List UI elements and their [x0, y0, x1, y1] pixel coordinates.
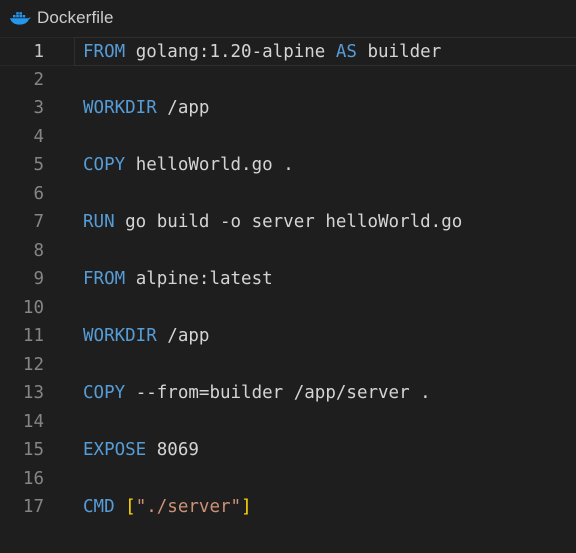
code-line[interactable]: 12 — [0, 351, 576, 380]
line-content: FROM golang:1.20-alpine AS builder — [83, 38, 441, 67]
line-content: WORKDIR /app — [83, 94, 209, 123]
line-number: 9 — [33, 269, 44, 289]
code-line[interactable]: 13 COPY --from=builder /app/server . — [0, 379, 576, 408]
code-line[interactable]: 11 WORKDIR /app — [0, 322, 576, 351]
line-number: 10 — [22, 297, 44, 318]
tab-label: Dockerfile — [37, 8, 114, 27]
line-number: 16 — [22, 468, 44, 489]
line-content: COPY helloWorld.go . — [83, 151, 294, 180]
text-token: alpine:latest — [125, 269, 273, 289]
code-line[interactable]: 2 — [0, 66, 576, 95]
code-line[interactable]: 17 CMD ["./server"] — [0, 493, 576, 522]
code-line[interactable]: 3 WORKDIR /app — [0, 94, 576, 123]
line-number: 7 — [33, 212, 44, 232]
keyword-token: AS — [335, 42, 357, 62]
docker-whale-icon — [9, 10, 31, 26]
string-token: "./server" — [135, 497, 242, 517]
tab-bar: Dockerfile — [0, 0, 576, 36]
line-number: 11 — [22, 326, 44, 346]
code-line[interactable]: 10 — [0, 294, 576, 323]
text-token: /app — [156, 98, 210, 118]
line-number: 8 — [33, 240, 44, 261]
line-number: 17 — [22, 497, 44, 517]
text-token: builder — [356, 42, 442, 62]
keyword-token: WORKDIR — [83, 326, 157, 346]
code-line[interactable]: 14 — [0, 408, 576, 437]
line-number: 14 — [22, 411, 44, 432]
tab-dockerfile[interactable]: Dockerfile — [0, 0, 114, 36]
line-content: WORKDIR /app — [83, 322, 209, 351]
keyword-token: FROM — [83, 42, 126, 62]
code-line[interactable]: 5 COPY helloWorld.go . — [0, 151, 576, 180]
line-content: COPY --from=builder /app/server . — [83, 379, 431, 408]
bracket-token: [ — [125, 497, 136, 517]
code-line[interactable]: 8 — [0, 237, 576, 266]
line-number: 3 — [33, 98, 44, 118]
text-token: --from=builder /app/server . — [125, 383, 431, 403]
bracket-token: ] — [241, 497, 252, 517]
text-token: 8069 — [146, 440, 199, 460]
text-token: helloWorld.go . — [125, 155, 294, 175]
keyword-token: FROM — [83, 269, 126, 289]
keyword-token: RUN — [83, 212, 115, 232]
keyword-token: COPY — [83, 155, 126, 175]
keyword-token: EXPOSE — [83, 440, 147, 460]
editor-window: Dockerfile 1 FROM golang:1.20-alpine AS b… — [0, 0, 576, 553]
text-token: golang:1.20-alpine — [125, 42, 336, 62]
line-number: 1 — [33, 42, 44, 62]
line-content: RUN go build -o server helloWorld.go — [83, 208, 462, 237]
keyword-token: COPY — [83, 383, 126, 403]
line-number: 13 — [22, 383, 44, 403]
code-line[interactable]: 6 — [0, 180, 576, 209]
code-line[interactable]: 7 RUN go build -o server helloWorld.go — [0, 208, 576, 237]
code-line[interactable]: 9 FROM alpine:latest — [0, 265, 576, 294]
code-line[interactable]: 1 FROM golang:1.20-alpine AS builder — [0, 37, 576, 66]
line-number: 4 — [33, 126, 44, 147]
line-content: CMD ["./server"] — [83, 493, 252, 522]
line-number: 2 — [33, 69, 44, 90]
code-area[interactable]: 1 FROM golang:1.20-alpine AS builder 2 3 WOR… — [0, 37, 576, 522]
code-line[interactable]: 16 — [0, 465, 576, 494]
keyword-token: CMD — [83, 497, 115, 517]
line-number: 12 — [22, 354, 44, 375]
line-number: 5 — [33, 155, 44, 175]
keyword-token: WORKDIR — [83, 98, 157, 118]
text-token: /app — [156, 326, 210, 346]
code-line[interactable]: 4 — [0, 123, 576, 152]
text-token: go build -o server helloWorld.go — [114, 212, 463, 232]
code-line[interactable]: 15 EXPOSE 8069 — [0, 436, 576, 465]
line-number: 6 — [33, 183, 44, 204]
line-content: FROM alpine:latest — [83, 265, 273, 294]
line-number: 15 — [22, 440, 44, 460]
line-content: EXPOSE 8069 — [83, 436, 199, 465]
